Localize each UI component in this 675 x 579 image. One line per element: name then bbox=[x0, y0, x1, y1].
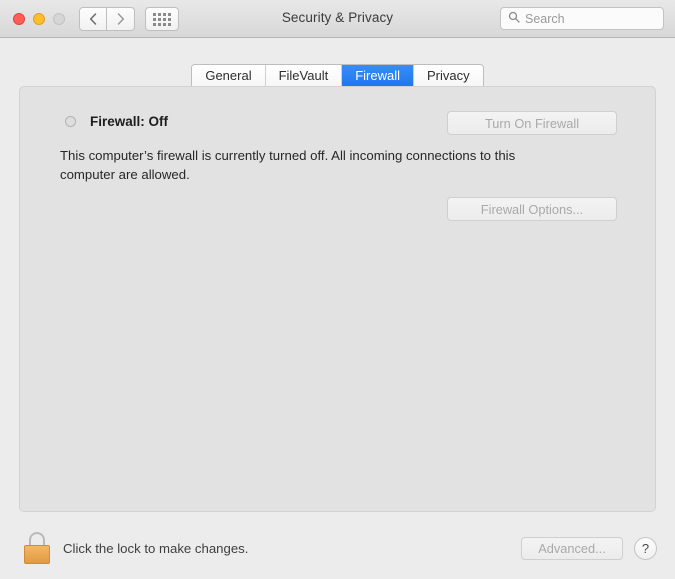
turn-on-firewall-button[interactable]: Turn On Firewall bbox=[447, 111, 617, 135]
lock-body bbox=[24, 545, 50, 564]
tab-firewall[interactable]: Firewall bbox=[342, 65, 415, 88]
firewall-status-row: Firewall: Off bbox=[65, 114, 168, 129]
help-button[interactable]: ? bbox=[634, 537, 657, 560]
tab-filevault[interactable]: FileVault bbox=[265, 65, 343, 88]
search-placeholder: Search bbox=[525, 11, 565, 26]
tab-general[interactable]: General bbox=[192, 65, 266, 88]
firewall-panel: Firewall: Off This computer’s firewall i… bbox=[19, 86, 656, 512]
window-titlebar: Security & Privacy Search bbox=[0, 0, 675, 38]
lock-hint-text: Click the lock to make changes. bbox=[63, 541, 249, 556]
firewall-status-label: Firewall: Off bbox=[90, 114, 169, 129]
status-off-indicator bbox=[65, 116, 76, 127]
advanced-button[interactable]: Advanced... bbox=[521, 537, 623, 560]
search-icon bbox=[508, 10, 520, 28]
lock-closed-icon[interactable] bbox=[24, 532, 50, 564]
firewall-description: This computer’s firewall is currently tu… bbox=[60, 148, 516, 182]
tab-privacy[interactable]: Privacy bbox=[414, 65, 483, 88]
search-field[interactable]: Search bbox=[500, 7, 664, 30]
firewall-options-button[interactable]: Firewall Options... bbox=[447, 197, 617, 221]
